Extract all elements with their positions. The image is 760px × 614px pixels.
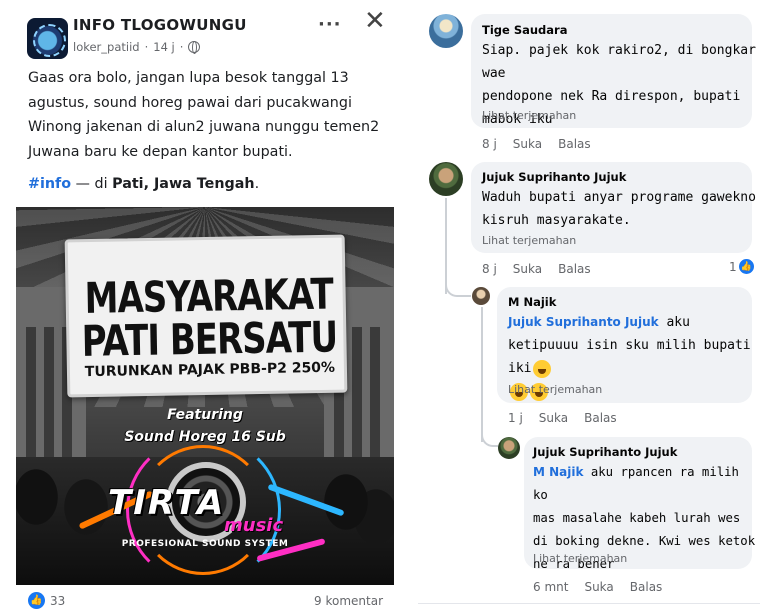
post-text-line: Winong jakenan di alun2 juwana nunggu te… [28, 119, 380, 135]
see-translation-link[interactable]: Lihat terjemahan [508, 383, 602, 396]
post-time[interactable]: 14 j [153, 40, 174, 54]
comment-actions: 1 j Suka Balas [508, 411, 617, 425]
globe-icon [188, 41, 201, 54]
comment-line: Jujuk Suprihanto Jujuk aku [508, 311, 760, 334]
comment-time[interactable]: 8 j [482, 137, 497, 151]
like-button[interactable]: Suka [513, 262, 542, 276]
post-author[interactable]: loker_patiid [73, 40, 140, 54]
hashtag-link[interactable]: #info [28, 176, 71, 192]
see-translation-link[interactable]: Lihat terjemahan [482, 234, 576, 247]
location-suffix: . [254, 176, 260, 192]
comment-line-text: aku [658, 315, 690, 330]
close-button[interactable]: ✕ [364, 8, 386, 34]
like-button[interactable]: Suka [539, 411, 568, 425]
post-image[interactable]: MASYARAKAT PATI BERSATU TURUNKAN PAJAK P… [16, 207, 394, 585]
reaction-count: 33 [50, 593, 66, 608]
reaction-count: 1 [729, 259, 737, 274]
see-translation-link[interactable]: Lihat terjemahan [533, 552, 627, 565]
commenter-avatar[interactable] [429, 14, 463, 48]
comment-line: Waduh bupati anyar programe gawekno [482, 190, 756, 205]
panel-divider [418, 603, 760, 604]
post-card: INFO TLOGOWUNGU loker_patiid · 14 j · ··… [0, 0, 405, 614]
thread-line [481, 307, 483, 442]
like-icon: 👍 [738, 259, 754, 274]
page-name[interactable]: INFO TLOGOWUNGU [73, 16, 247, 34]
comment-text: Waduh bupati anyar programe gawekno kisr… [482, 186, 756, 232]
commenter-avatar[interactable] [498, 437, 520, 459]
comment-count[interactable]: 9 komentar [314, 594, 383, 608]
thread-connector [481, 425, 498, 447]
reply-button[interactable]: Balas [630, 580, 663, 594]
see-translation-link[interactable]: Lihat terjemahan [482, 109, 576, 122]
comment-line: M Najik aku rpancen ra milih ko [533, 461, 760, 507]
location-prefix: — di [71, 176, 113, 192]
comment-actions: 8 j Suka Balas [482, 262, 591, 276]
banner-line-2: PATI BERSATU [81, 312, 338, 368]
thread-connector [445, 280, 471, 297]
comment-line: mas masalahe kabeh lurah wes [533, 511, 741, 525]
comment-actions: 6 mnt Suka Balas [533, 580, 662, 594]
featuring-text: Featuring [167, 407, 243, 423]
comment-line: kisruh masyarakate. [482, 213, 631, 228]
commenter-avatar[interactable] [472, 287, 490, 305]
comment-actions: 8 j Suka Balas [482, 137, 591, 151]
mention-link[interactable]: Jujuk Suprihanto Jujuk [508, 315, 659, 329]
commenter-name[interactable]: Jujuk Suprihanto Jujuk [533, 445, 677, 459]
post-meta: loker_patiid · 14 j · [73, 40, 201, 54]
post-text-line: Gaas ora bolo, jangan lupa besok tanggal… [28, 70, 349, 86]
mention-link[interactable]: M Najik [533, 465, 583, 479]
logo-music: music [224, 515, 284, 536]
commenter-avatar[interactable] [429, 162, 463, 196]
location-link[interactable]: Pati, Jawa Tengah [112, 176, 254, 192]
comment-time[interactable]: 1 j [508, 411, 523, 425]
comment-line: ketipuuuu isin sku milih bupati iki [508, 334, 760, 380]
page-avatar[interactable] [27, 18, 68, 59]
commenter-name[interactable]: M Najik [508, 295, 556, 309]
comment-line: di boking dekne. Kwi wes ketok [533, 534, 756, 548]
post-text-line: Juwana baru ke depan kantor bupati. [28, 143, 293, 160]
like-button[interactable]: Suka [584, 580, 613, 594]
comment-time[interactable]: 8 j [482, 262, 497, 276]
commenter-name[interactable]: Jujuk Suprihanto Jujuk [482, 170, 626, 184]
more-options-button[interactable]: ··· [318, 14, 342, 35]
meta-separator: · [144, 40, 149, 54]
hashtag-location-line: #info — di Pati, Jawa Tengah. [28, 176, 259, 192]
comment-reactions[interactable]: 1 👍 [729, 259, 754, 274]
comment-line: pendopone nek Ra direspon, bupati [482, 89, 741, 104]
like-button[interactable]: Suka [513, 137, 542, 151]
comment-time[interactable]: 6 mnt [533, 580, 568, 594]
comment-line: Siap. pajek kok rakiro2, di bongkar wae [482, 43, 756, 81]
logo-tirta: TIRTA [108, 483, 226, 523]
reply-button[interactable]: Balas [558, 262, 591, 276]
post-text: Gaas ora bolo, jangan lupa besok tanggal… [28, 66, 388, 164]
comments-panel: Tige Saudara Siap. pajek kok rakiro2, di… [418, 0, 760, 614]
like-icon: 👍 [28, 592, 45, 609]
protest-banner: MASYARAKAT PATI BERSATU TURUNKAN PAJAK P… [64, 234, 348, 398]
reaction-summary[interactable]: 👍 33 [28, 592, 65, 609]
logo-tagline: PROFESIONAL SOUND SYSTEM [121, 539, 289, 549]
reply-button[interactable]: Balas [558, 137, 591, 151]
commenter-name[interactable]: Tige Saudara [482, 23, 567, 37]
meta-separator: · [179, 40, 184, 54]
post-text-line: agustus, sound horeg pawai dari pucakwan… [28, 94, 352, 111]
reply-button[interactable]: Balas [584, 411, 617, 425]
crying-emoji-icon [533, 359, 552, 378]
